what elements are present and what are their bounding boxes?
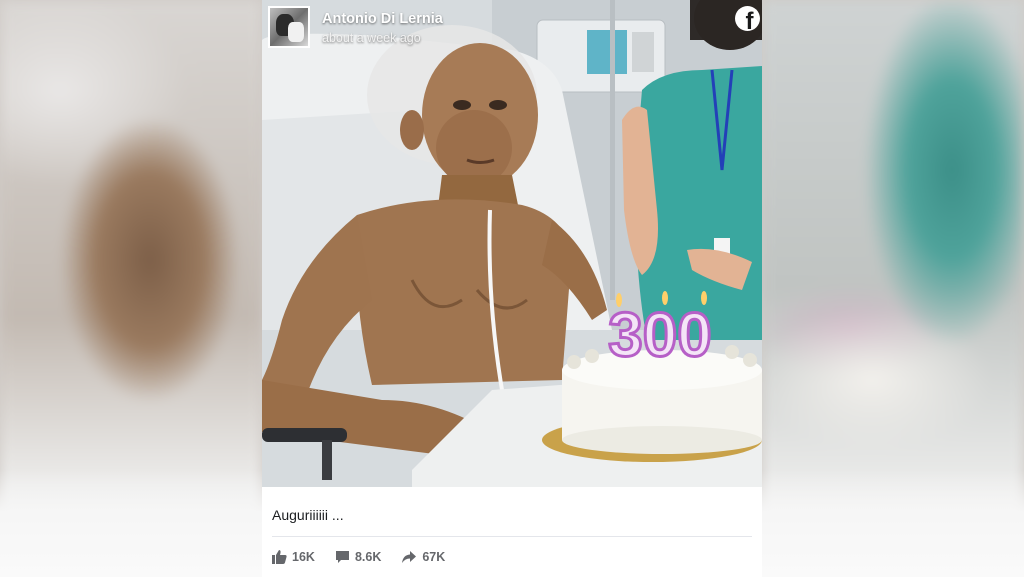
post-header: Antonio Di Lernia about a week ago xyxy=(268,6,443,52)
share-count-value: 67K xyxy=(422,550,446,564)
facebook-icon[interactable]: f xyxy=(735,6,760,31)
cake-candle-number: 300 xyxy=(608,301,711,370)
engagement-stats: 16K 8.6K 67K xyxy=(272,550,465,564)
share-count[interactable]: 67K xyxy=(401,550,445,564)
like-count[interactable]: 16K xyxy=(272,550,315,564)
author-info: Antonio Di Lernia about a week ago xyxy=(322,10,443,46)
comment-count-value: 8.6K xyxy=(354,550,382,564)
post-photo-illustration: 300 xyxy=(262,0,762,487)
speech-bubble-icon xyxy=(335,551,349,563)
avatar-figure-light xyxy=(288,22,304,42)
like-count-value: 16K xyxy=(292,550,315,564)
facebook-glyph: f xyxy=(745,8,754,32)
thumbs-up-icon xyxy=(272,550,287,564)
facebook-post-card: 300 Antonio Di Lernia about a week ago f… xyxy=(262,0,762,577)
share-arrow-icon xyxy=(402,551,417,563)
post-timestamp[interactable]: about a week ago xyxy=(322,30,443,46)
post-caption: Auguriiiiii ... xyxy=(272,507,344,523)
post-photo[interactable]: 300 Antonio Di Lernia about a week ago f xyxy=(262,0,762,487)
caption-divider xyxy=(272,536,752,537)
author-name[interactable]: Antonio Di Lernia xyxy=(322,10,443,28)
author-avatar[interactable] xyxy=(268,6,310,48)
comment-count[interactable]: 8.6K xyxy=(335,550,381,564)
